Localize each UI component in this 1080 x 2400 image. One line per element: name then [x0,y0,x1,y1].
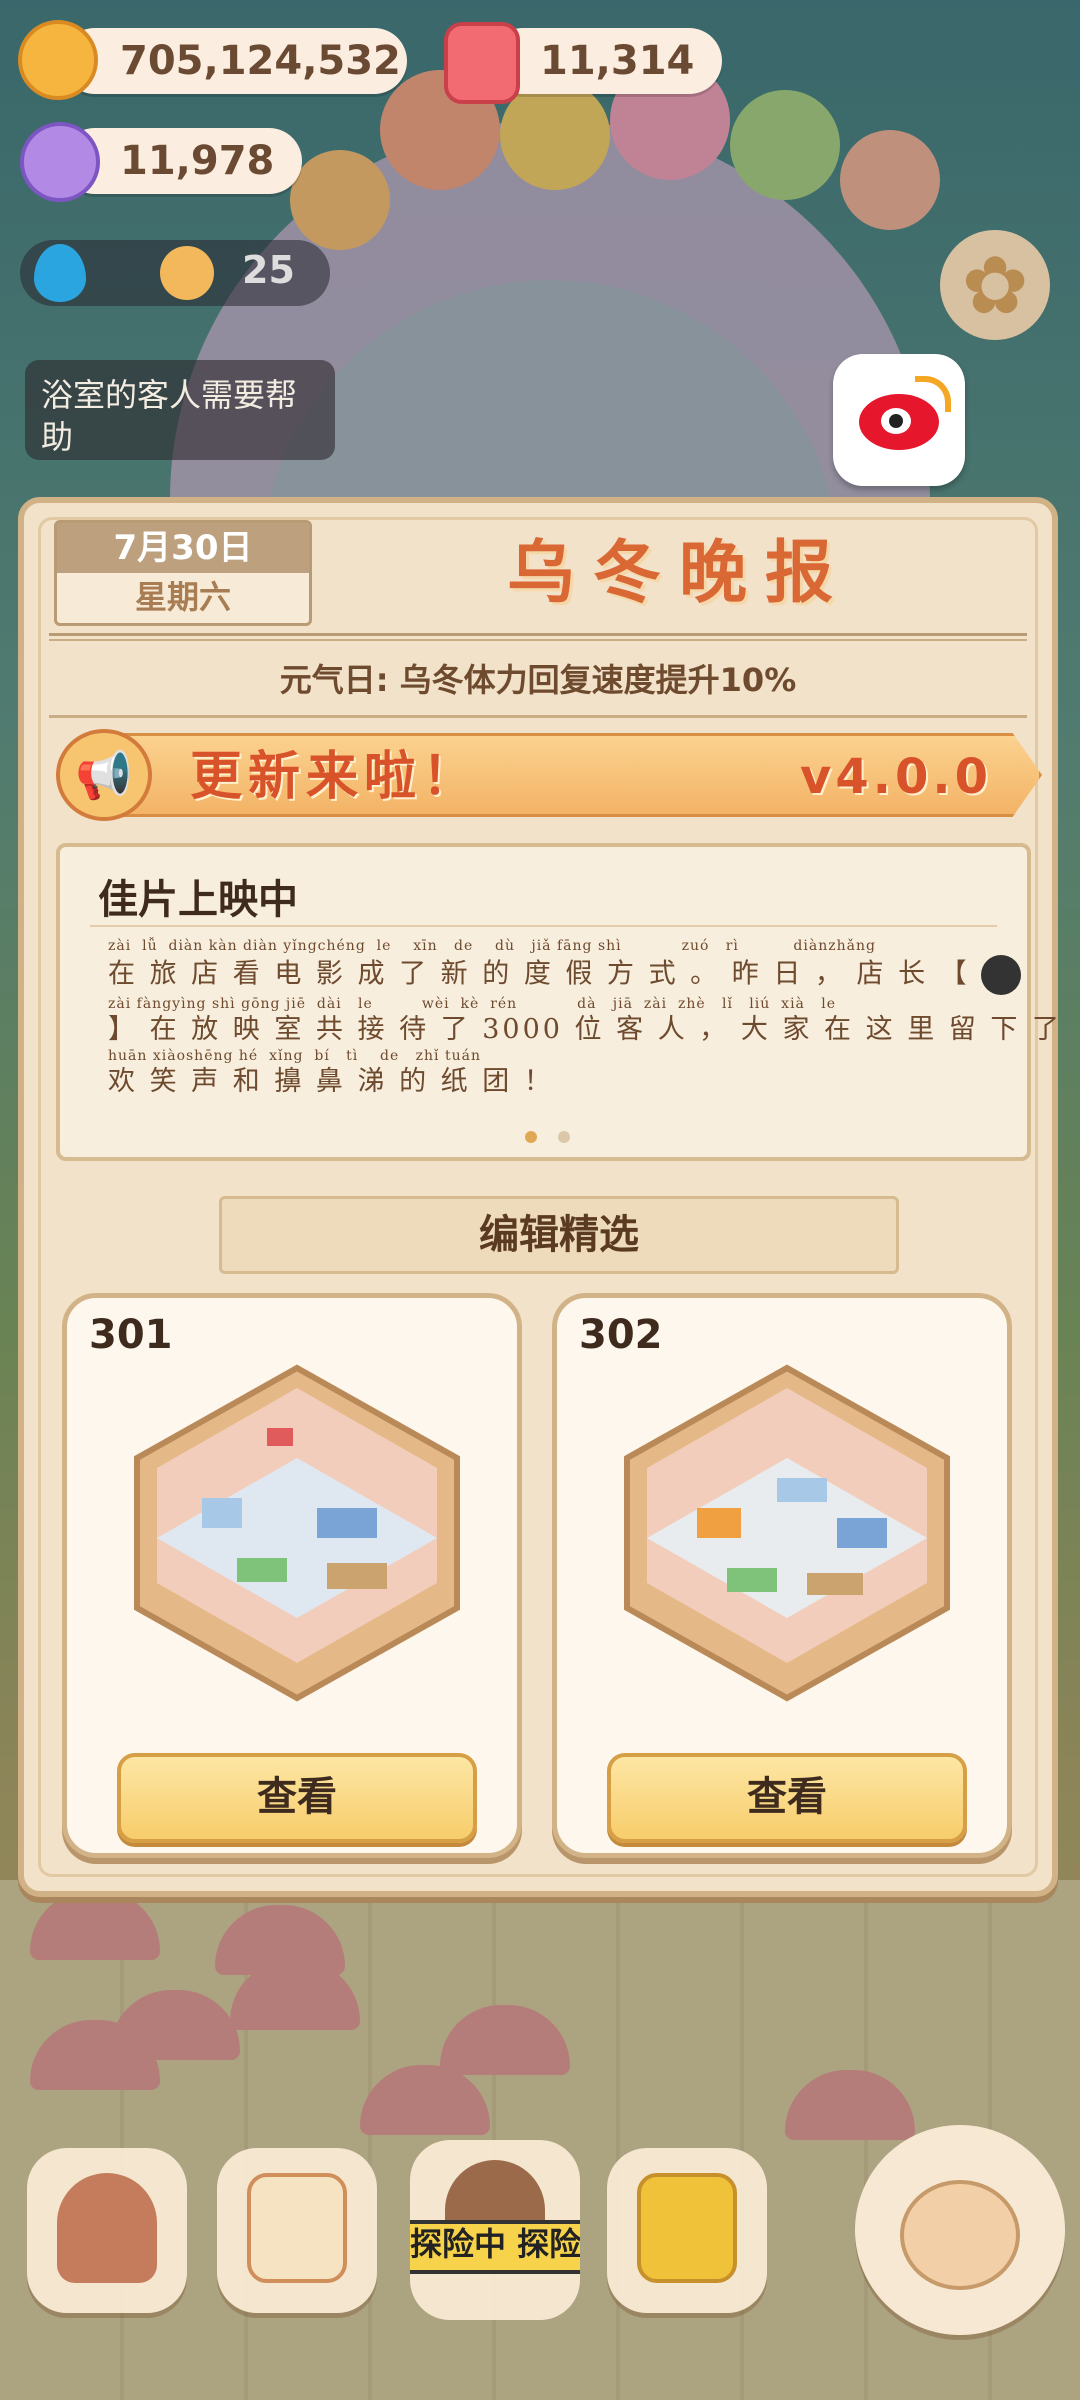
red-candy-icon [444,22,520,104]
newspaper-title: 乌冬晚报 [506,533,851,613]
divider [49,639,1027,641]
story-line: 欢 笑 声 和 擤 鼻 涕 的 纸 团 ！ [108,1066,554,1097]
dock-house-button[interactable] [27,2148,187,2313]
weekday-label: 星期六 [134,578,231,616]
story-body: zài lǚ diàn kàn diàn yǐngchéng le xīn de… [108,937,1062,1099]
news-story-card[interactable]: 佳片上映中 zài lǚ diàn kàn diàn yǐngchéng le … [56,843,1062,1161]
gem-counter[interactable]: 11,314 [490,28,722,94]
dock-character-button[interactable] [855,2125,1065,2335]
divider [49,715,1027,718]
smiley-icon [160,246,214,300]
crystal-icon [20,122,100,202]
energy-count: 25 [242,248,295,292]
pagination-dot[interactable] [558,1131,570,1143]
story-pinyin: huān xiàoshēng hé xǐng bí tì de zhǐ tuán [108,1048,481,1064]
energy-bar[interactable]: 25 [20,240,330,306]
dock-shop-button[interactable] [607,2148,767,2313]
story-line: 】 在 放 映 室 共 接 待 了 3000 位 客 人 ， 大 家 在 这 里… [108,1014,1062,1045]
room-card-302[interactable]: 302 查看 [552,1293,1012,1858]
room-number: 302 [579,1312,663,1358]
room-preview-image [624,1364,950,1702]
story-pinyin: zài lǚ diàn kàn diàn yǐngchéng le xīn de… [108,938,876,954]
notebook-icon [247,2173,347,2283]
story-line: 在 旅 店 看 电 影 成 了 新 的 度 假 方 式 。 昨 日 ， 店 长 … [108,958,970,990]
room-preview-image [134,1364,460,1702]
house-icon [57,2173,157,2283]
date-label: 7月30日 [57,523,309,573]
newspaper-panel: 7月30日 星期六 乌冬晚报 元气日: 乌冬体力回复速度提升10% 📢 更新来啦… [18,497,1062,1897]
weibo-logo-wave [915,376,951,412]
manager-avatar-icon [981,955,1022,995]
pagination-dot-active[interactable] [525,1131,537,1143]
megaphone-icon: 📢 [56,729,152,821]
dock-notebook-button[interactable] [217,2148,377,2313]
gear-icon[interactable]: ✿ [940,230,1050,340]
water-drop-icon [34,244,86,302]
divider [90,925,997,927]
gem-count: 11,314 [540,38,695,84]
coin-counter[interactable]: 705,124,532 [62,28,407,94]
view-room-302-button[interactable]: 查看 [607,1753,967,1843]
coin-count: 705,124,532 [120,38,401,84]
weibo-icon[interactable] [833,354,965,486]
update-banner-text: 更新来啦！ [190,746,481,807]
room-card-301[interactable]: 301 查看 [62,1293,522,1858]
update-banner[interactable]: 📢 更新来啦！ v4.0.0 [42,725,1042,825]
room-number: 301 [89,1312,173,1358]
crystal-count: 11,978 [120,138,275,184]
editor-pick-header: 编辑精选 [219,1196,899,1274]
dock-explore-button[interactable]: 探险中 探险 [410,2140,580,2320]
explore-status-tape: 探险中 探险 [410,2220,580,2274]
fish-character-icon [900,2180,1020,2290]
daily-bonus-text: 元气日: 乌冬体力回复速度提升10% [279,661,797,699]
story-pinyin: zài fàngyìng shì gōng jiē dài le wèi kè … [108,996,837,1012]
version-label: v4.0.0 [800,749,992,805]
shop-bag-icon [637,2173,737,2283]
date-box: 7月30日 星期六 [54,520,312,626]
divider [49,633,1027,636]
guest-request-tip[interactable]: 浴室的客人需要帮助 [25,360,335,460]
cookie-coin-icon [18,20,98,100]
view-room-301-button[interactable]: 查看 [117,1753,477,1843]
story-heading: 佳片上映中 [98,877,298,923]
explore-icon [445,2160,545,2220]
